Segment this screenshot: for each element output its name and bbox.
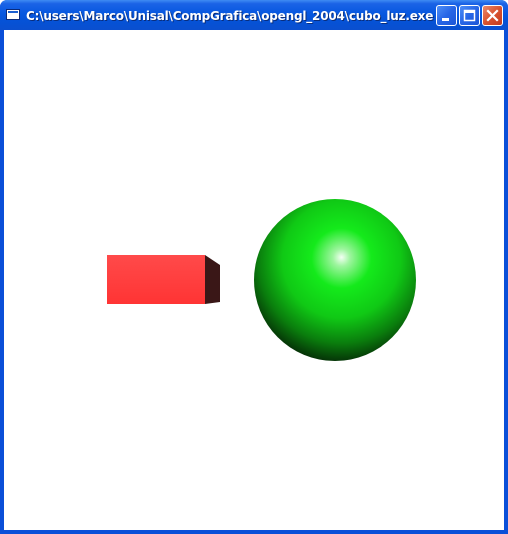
cube-front-face <box>107 255 205 304</box>
console-window-icon[interactable] <box>6 9 20 20</box>
minimize-icon <box>442 18 449 21</box>
red-cube <box>107 255 220 304</box>
title-bar[interactable]: C:\users\Marco\Unisal\CompGrafica\opengl… <box>0 0 508 30</box>
close-icon <box>486 9 499 22</box>
window-title: C:\users\Marco\Unisal\CompGrafica\opengl… <box>26 9 434 23</box>
minimize-button[interactable] <box>436 5 457 26</box>
app-window: C:\users\Marco\Unisal\CompGrafica\opengl… <box>0 0 508 534</box>
rendered-scene <box>107 199 416 361</box>
opengl-canvas[interactable] <box>4 30 504 530</box>
green-sphere <box>254 199 416 361</box>
maximize-icon <box>463 9 476 22</box>
maximize-button[interactable] <box>459 5 480 26</box>
close-button[interactable] <box>482 5 503 26</box>
cube-side-face <box>205 255 220 304</box>
